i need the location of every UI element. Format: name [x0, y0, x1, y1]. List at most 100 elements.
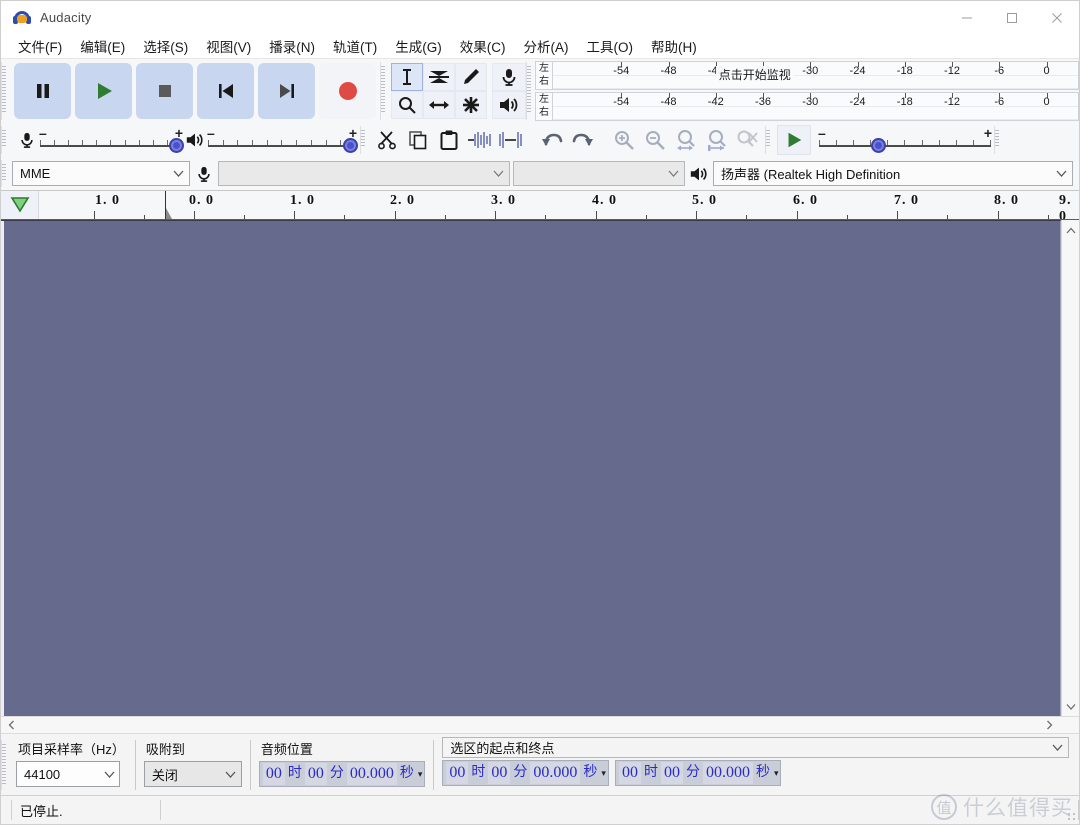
recording-meter[interactable]: 左 右 -54 -48 -42 -36 -30 -24 -18	[535, 61, 1079, 90]
selection-tool[interactable]	[391, 63, 423, 91]
scroll-left-button[interactable]	[1, 720, 21, 730]
spinner-icon[interactable]: ▾	[772, 768, 779, 779]
horizontal-scrollbar[interactable]	[1, 716, 1079, 734]
seconds-value[interactable]: 00.000	[530, 762, 580, 784]
selection-toolbar-grip[interactable]	[1, 740, 10, 790]
menu-transport[interactable]: 播录(N)	[260, 34, 324, 59]
output-volume-slider[interactable]: – +	[208, 126, 356, 154]
seconds-value[interactable]: 00.000	[703, 762, 753, 784]
menu-help[interactable]: 帮助(H)	[642, 34, 706, 59]
zoom-out-button[interactable]	[639, 125, 670, 155]
row2-end-grip[interactable]	[994, 126, 1003, 154]
skip-to-end-button[interactable]	[258, 63, 315, 119]
play-at-speed-grip[interactable]	[765, 126, 774, 154]
scroll-down-button[interactable]	[1063, 698, 1079, 714]
timeshift-tool[interactable]	[423, 91, 455, 119]
playback-meter[interactable]: 左 右 -54 -48 -42 -36 -30 -24 -18	[535, 92, 1079, 121]
project-rate-select[interactable]: 44100	[16, 761, 120, 787]
pencil-icon	[461, 67, 481, 87]
minutes-value[interactable]: 00	[305, 763, 327, 785]
seconds-value[interactable]: 00.000	[347, 763, 397, 785]
spinner-icon[interactable]: ▾	[599, 768, 606, 779]
cut-button[interactable]	[371, 125, 402, 155]
hours-value[interactable]: 00	[619, 762, 641, 784]
recording-meter-button[interactable]	[492, 63, 526, 91]
pause-button[interactable]	[14, 63, 71, 119]
zoom-toggle-button[interactable]	[732, 125, 763, 155]
resize-grip[interactable]	[1067, 812, 1077, 822]
track-canvas[interactable]	[1, 220, 1061, 716]
snap-to-label: 吸附到	[144, 737, 242, 761]
audio-position-field[interactable]: 00 时 00 分 00.000 秒 ▾	[259, 761, 426, 787]
playhead-marker[interactable]	[166, 208, 172, 219]
playback-meter-scale: -54 -48 -42 -36 -30 -24 -18 -12 -6 0	[553, 93, 1078, 120]
snap-to-select[interactable]: 关闭	[144, 761, 242, 787]
trim-audio-button[interactable]	[464, 125, 495, 155]
playback-speed-thumb[interactable]	[871, 138, 886, 153]
playback-device-select[interactable]: 扬声器 (Realtek High Definition	[713, 161, 1073, 186]
playback-meter-button[interactable]	[492, 91, 526, 119]
fit-project-button[interactable]	[701, 125, 732, 155]
transport-toolbar-grip[interactable]	[1, 62, 10, 120]
zoom-tool[interactable]	[391, 91, 423, 119]
play-button[interactable]	[75, 63, 132, 119]
copy-button[interactable]	[402, 125, 433, 155]
draw-tool[interactable]	[455, 63, 487, 91]
undo-button[interactable]	[536, 125, 567, 155]
scroll-right-button[interactable]	[1039, 720, 1059, 730]
menu-view[interactable]: 视图(V)	[197, 34, 260, 59]
spinner-icon[interactable]: ▾	[416, 769, 423, 780]
maximize-button[interactable]	[989, 1, 1034, 34]
input-volume-thumb[interactable]	[169, 138, 184, 153]
hours-value[interactable]: 00	[446, 762, 468, 784]
menu-edit[interactable]: 编辑(E)	[71, 34, 134, 59]
hours-value[interactable]: 00	[263, 763, 285, 785]
multi-tool[interactable]	[455, 91, 487, 119]
pinned-play-head-button[interactable]	[1, 191, 39, 219]
zoom-in-button[interactable]	[608, 125, 639, 155]
envelope-tool[interactable]	[423, 63, 455, 91]
recording-channels-select[interactable]	[513, 161, 685, 186]
edit-toolbar-grip[interactable]	[360, 126, 369, 154]
record-button[interactable]	[319, 63, 376, 119]
playback-speed-slider[interactable]: – +	[819, 126, 991, 154]
mixer-toolbar-grip[interactable]	[1, 126, 10, 154]
start-monitoring-hint[interactable]: 点击开始监视	[716, 66, 794, 83]
output-volume-thumb[interactable]	[343, 138, 358, 153]
vertical-scrollbar[interactable]	[1061, 220, 1079, 716]
redo-button[interactable]	[567, 125, 598, 155]
scale-label: -30	[802, 65, 818, 77]
meter-toolbar-grip[interactable]	[526, 62, 535, 120]
audio-host-select[interactable]: MME	[12, 161, 190, 186]
menu-effect[interactable]: 效果(C)	[451, 34, 515, 59]
menu-select[interactable]: 选择(S)	[134, 34, 197, 59]
close-button[interactable]	[1034, 1, 1079, 34]
timeline-ruler[interactable]: 1. 0 0. 0 1. 0 2. 0 3. 0 4. 0 5. 0 6. 0 …	[39, 191, 1079, 219]
device-toolbar-grip[interactable]	[1, 160, 10, 187]
selection-start-field[interactable]: 00 时 00 分 00.000 秒 ▾	[442, 760, 609, 786]
menu-file[interactable]: 文件(F)	[9, 34, 71, 59]
double-arrow-icon	[428, 95, 450, 115]
selection-end-field[interactable]: 00 时 00 分 00.000 秒 ▾	[615, 760, 782, 786]
minutes-value[interactable]: 00	[661, 762, 683, 784]
skip-to-start-button[interactable]	[197, 63, 254, 119]
input-volume-slider[interactable]: – +	[40, 126, 182, 154]
silence-audio-button[interactable]	[495, 125, 526, 155]
menu-tools[interactable]: 工具(O)	[578, 34, 643, 59]
paste-button[interactable]	[433, 125, 464, 155]
recording-device-select[interactable]	[218, 161, 510, 186]
stop-button[interactable]	[136, 63, 193, 119]
menu-generate[interactable]: 生成(G)	[386, 34, 451, 59]
ruler-label: 5. 0	[692, 193, 717, 209]
selection-mode-select[interactable]: 选区的起点和终点	[442, 737, 1069, 758]
scroll-up-button[interactable]	[1063, 222, 1079, 238]
play-at-speed-button[interactable]	[777, 125, 811, 155]
menu-tracks[interactable]: 轨道(T)	[324, 34, 386, 59]
tools-toolbar-grip[interactable]	[380, 62, 389, 120]
minutes-value[interactable]: 00	[488, 762, 510, 784]
fit-selection-button[interactable]	[670, 125, 701, 155]
speaker-icon	[498, 95, 520, 115]
minimize-button[interactable]	[944, 1, 989, 34]
menu-analyze[interactable]: 分析(A)	[515, 34, 578, 59]
scale-label: 0	[1043, 65, 1049, 77]
